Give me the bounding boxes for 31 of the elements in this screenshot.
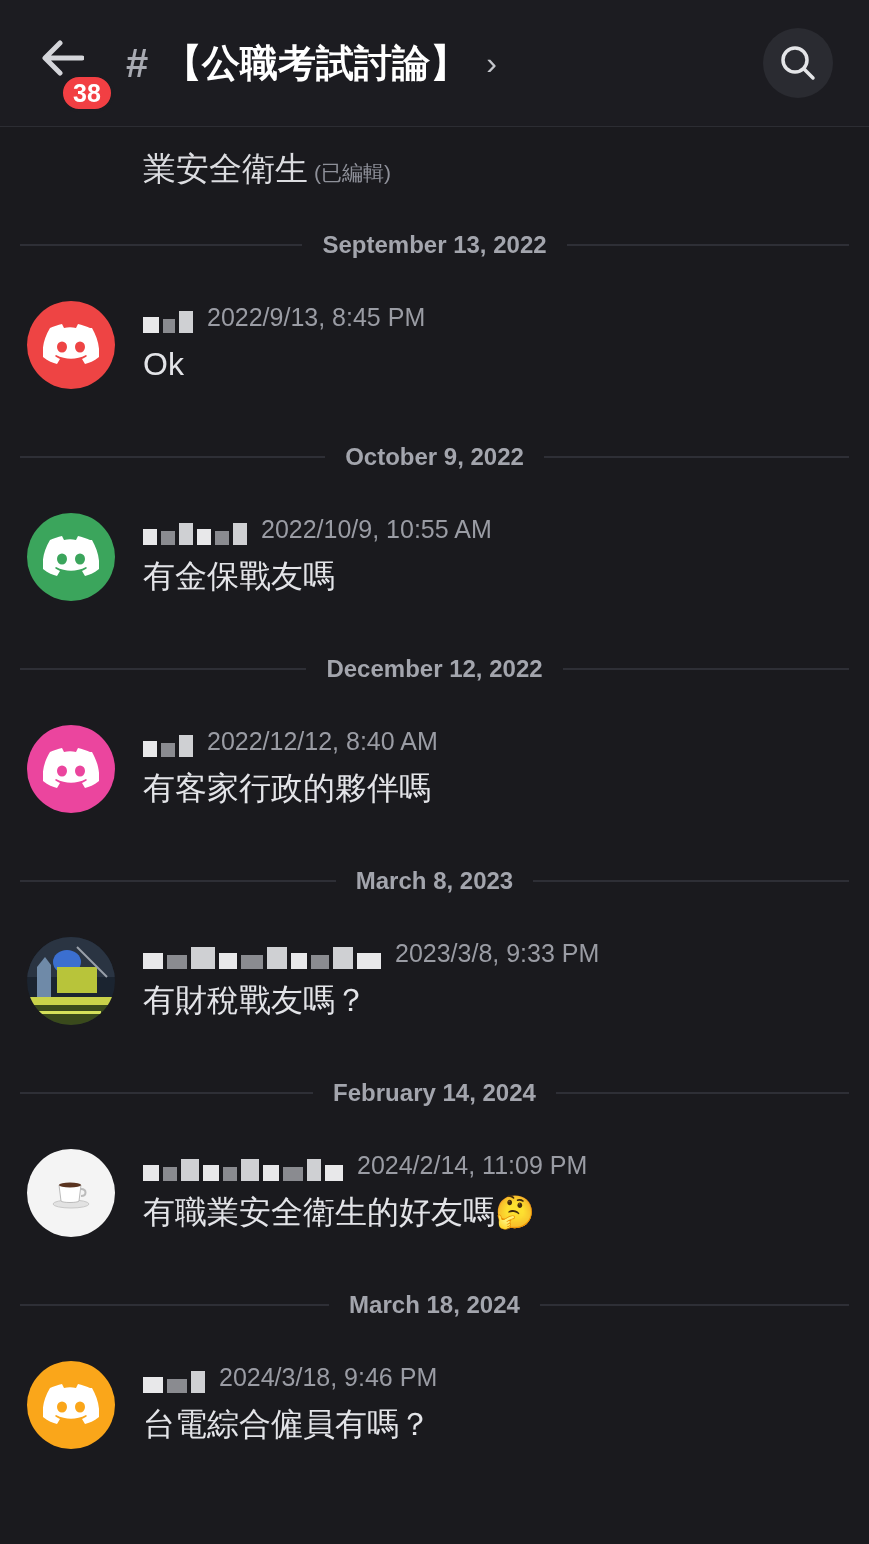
date-divider-label: December 12, 2022 xyxy=(325,654,544,684)
search-icon xyxy=(780,45,816,81)
message-text: 台電綜合僱員有嗎？ xyxy=(143,1405,432,1444)
message-text: 有客家行政的夥伴嗎 xyxy=(143,769,432,808)
message-timestamp: 2024/2/14, 11:09 PM xyxy=(357,1150,588,1182)
message-timestamp: 2023/3/8, 9:33 PM xyxy=(395,938,600,970)
date-divider-label: February 14, 2024 xyxy=(332,1078,537,1108)
back-button[interactable] xyxy=(40,40,84,76)
edited-label: (已編輯) xyxy=(314,160,391,186)
channel-name[interactable]: 【公職考試討論】 xyxy=(164,34,469,92)
message-text: 有金保戰友嗎 xyxy=(143,557,336,596)
message-text: Ok xyxy=(143,345,185,384)
date-divider-label: September 13, 2022 xyxy=(321,230,548,260)
channel-hash: # xyxy=(126,40,149,87)
discord-logo-icon xyxy=(43,748,99,790)
message-timestamp: 2022/12/12, 8:40 AM xyxy=(207,726,438,758)
date-divider-label: March 8, 2023 xyxy=(354,866,515,896)
chevron-icon[interactable]: › xyxy=(486,39,497,87)
message-text: 有職業安全衛生的好友嗎🤔 xyxy=(143,1193,536,1232)
date-divider-label: October 9, 2022 xyxy=(344,442,525,472)
message-timestamp: 2022/9/13, 8:45 PM xyxy=(207,302,426,334)
message-text: 有財稅戰友嗎？ xyxy=(143,981,368,1020)
back-arrow-icon xyxy=(40,40,84,76)
discord-logo-icon xyxy=(43,1384,99,1426)
message-timestamp: 2022/10/9, 10:55 AM xyxy=(261,514,492,546)
message-text: 業安全衛生 xyxy=(143,149,308,189)
discord-logo-icon xyxy=(43,324,99,366)
date-divider-label: March 18, 2024 xyxy=(348,1290,521,1320)
discord-logo-icon xyxy=(43,536,99,578)
message-timestamp: 2024/3/18, 9:46 PM xyxy=(219,1362,438,1394)
unread-count-badge: 38 xyxy=(60,74,114,112)
